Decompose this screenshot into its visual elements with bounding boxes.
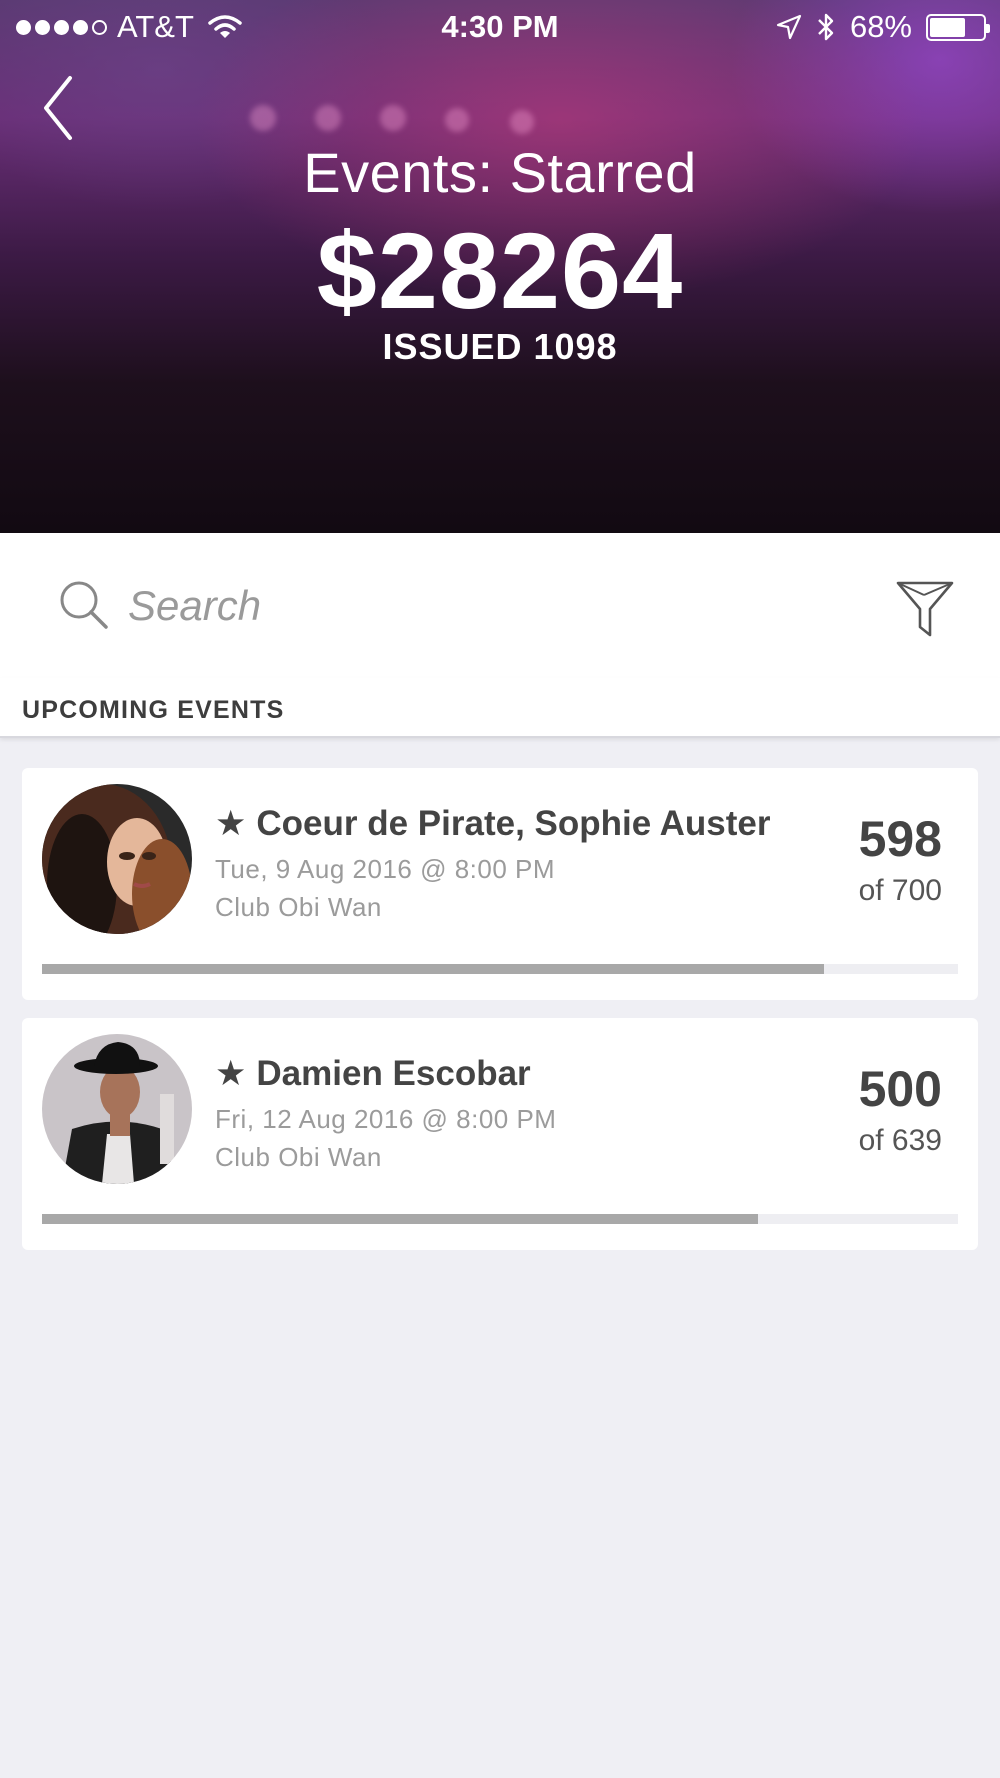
filter-icon [896, 581, 954, 637]
sales-progress-bar [42, 1214, 958, 1224]
tickets-sold: 500 [858, 1061, 942, 1117]
sales-progress-fill [42, 1214, 759, 1224]
event-title: ★ Damien Escobar [215, 1054, 775, 1094]
status-bar: AT&T 4:30 PM 68% [0, 0, 1000, 54]
star-icon: ★ [215, 1054, 247, 1093]
star-icon: ★ [215, 804, 247, 843]
hero-header: AT&T 4:30 PM 68% Events: Starred $28264 … [0, 0, 1000, 533]
sales-progress-fill [42, 964, 825, 974]
bluetooth-icon [818, 13, 834, 41]
battery-level [930, 17, 966, 37]
event-venue: Club Obi Wan [215, 1142, 382, 1172]
back-button[interactable] [36, 72, 86, 142]
section-title: UPCOMING EVENTS [22, 696, 285, 724]
event-avatar [42, 1034, 192, 1184]
page-title: Events: Starred [303, 141, 697, 204]
event-date: Fri, 12 Aug 2016 @ 8:00 PM [215, 1104, 557, 1134]
location-arrow-icon [776, 14, 802, 40]
event-title: ★ Coeur de Pirate, Sophie Auster [215, 804, 775, 844]
ticket-capacity: of 639 [858, 1124, 942, 1157]
search-input[interactable] [128, 573, 728, 639]
event-date: Tue, 9 Aug 2016 @ 8:00 PM [215, 854, 556, 884]
chevron-left-icon [44, 76, 72, 140]
search-icon [60, 581, 108, 629]
sales-progress-bar [42, 964, 958, 974]
event-title-text: Coeur de Pirate, Sophie Auster [256, 804, 771, 843]
event-title-text: Damien Escobar [256, 1054, 531, 1093]
event-card[interactable]: ★ Coeur de Pirate, Sophie Auster Tue, 9 A… [22, 768, 978, 1000]
tickets-sold: 598 [858, 811, 942, 867]
event-card[interactable]: ★ Damien Escobar Fri, 12 Aug 2016 @ 8:00 … [22, 1018, 978, 1250]
section-header: UPCOMING EVENTS [0, 678, 1000, 738]
event-avatar [42, 784, 192, 934]
ticket-capacity: of 700 [858, 874, 942, 907]
battery-percent: 68% [849, 9, 912, 44]
total-amount: $28264 [316, 210, 684, 331]
issued-count: ISSUED 1098 [382, 326, 618, 367]
battery-icon [926, 13, 990, 41]
event-venue: Club Obi Wan [215, 892, 382, 922]
search-bar [0, 533, 1000, 678]
filter-button[interactable] [894, 577, 956, 643]
